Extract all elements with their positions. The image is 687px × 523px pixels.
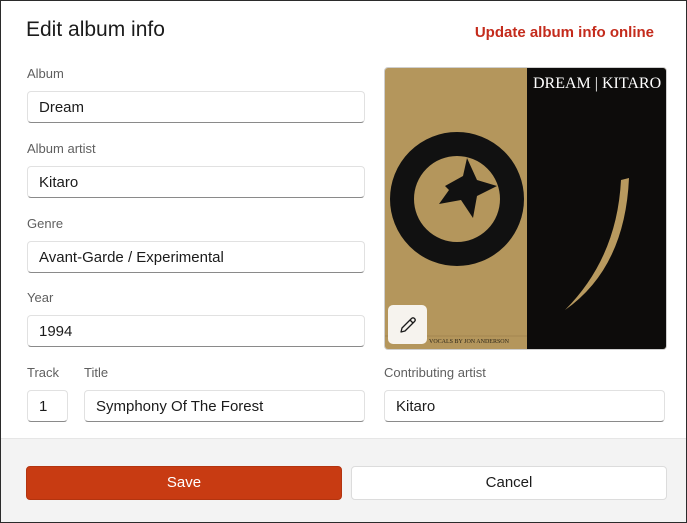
album-artist-input[interactable]: Kitaro <box>27 166 365 198</box>
edit-cover-art-button[interactable] <box>388 305 427 344</box>
cover-title-text: DREAM | KITARO <box>533 75 661 92</box>
year-label: Year <box>27 290 54 305</box>
title-input[interactable]: Symphony Of The Forest <box>84 390 365 422</box>
contributing-artist-label: Contributing artist <box>384 365 486 380</box>
save-button[interactable]: Save <box>26 466 342 500</box>
genre-label: Genre <box>27 216 64 231</box>
album-cover-image: DREAM | KITARO VOCALS BY JON ANDERSON <box>385 68 666 349</box>
edit-album-info-dialog: Edit album info Update album info online… <box>0 0 687 523</box>
album-artist-label: Album artist <box>27 141 96 156</box>
album-cover-art[interactable]: DREAM | KITARO VOCALS BY JON ANDERSON <box>384 67 667 350</box>
pencil-icon <box>399 316 416 333</box>
title-label: Title <box>84 365 109 380</box>
dialog-title: Edit album info <box>26 18 165 41</box>
cancel-button[interactable]: Cancel <box>351 466 667 500</box>
track-input[interactable]: 1 <box>27 390 68 422</box>
cover-subtitle-text: VOCALS BY JON ANDERSON <box>429 339 510 345</box>
contributing-artist-input[interactable]: Kitaro <box>384 390 665 422</box>
update-album-info-online-link[interactable]: Update album info online <box>475 24 654 41</box>
album-label: Album <box>27 66 64 81</box>
genre-input[interactable]: Avant-Garde / Experimental <box>27 241 365 273</box>
dialog-footer: Save Cancel <box>1 438 686 522</box>
year-input[interactable]: 1994 <box>27 315 365 347</box>
track-label: Track <box>27 365 60 380</box>
album-input[interactable]: Dream <box>27 91 365 123</box>
